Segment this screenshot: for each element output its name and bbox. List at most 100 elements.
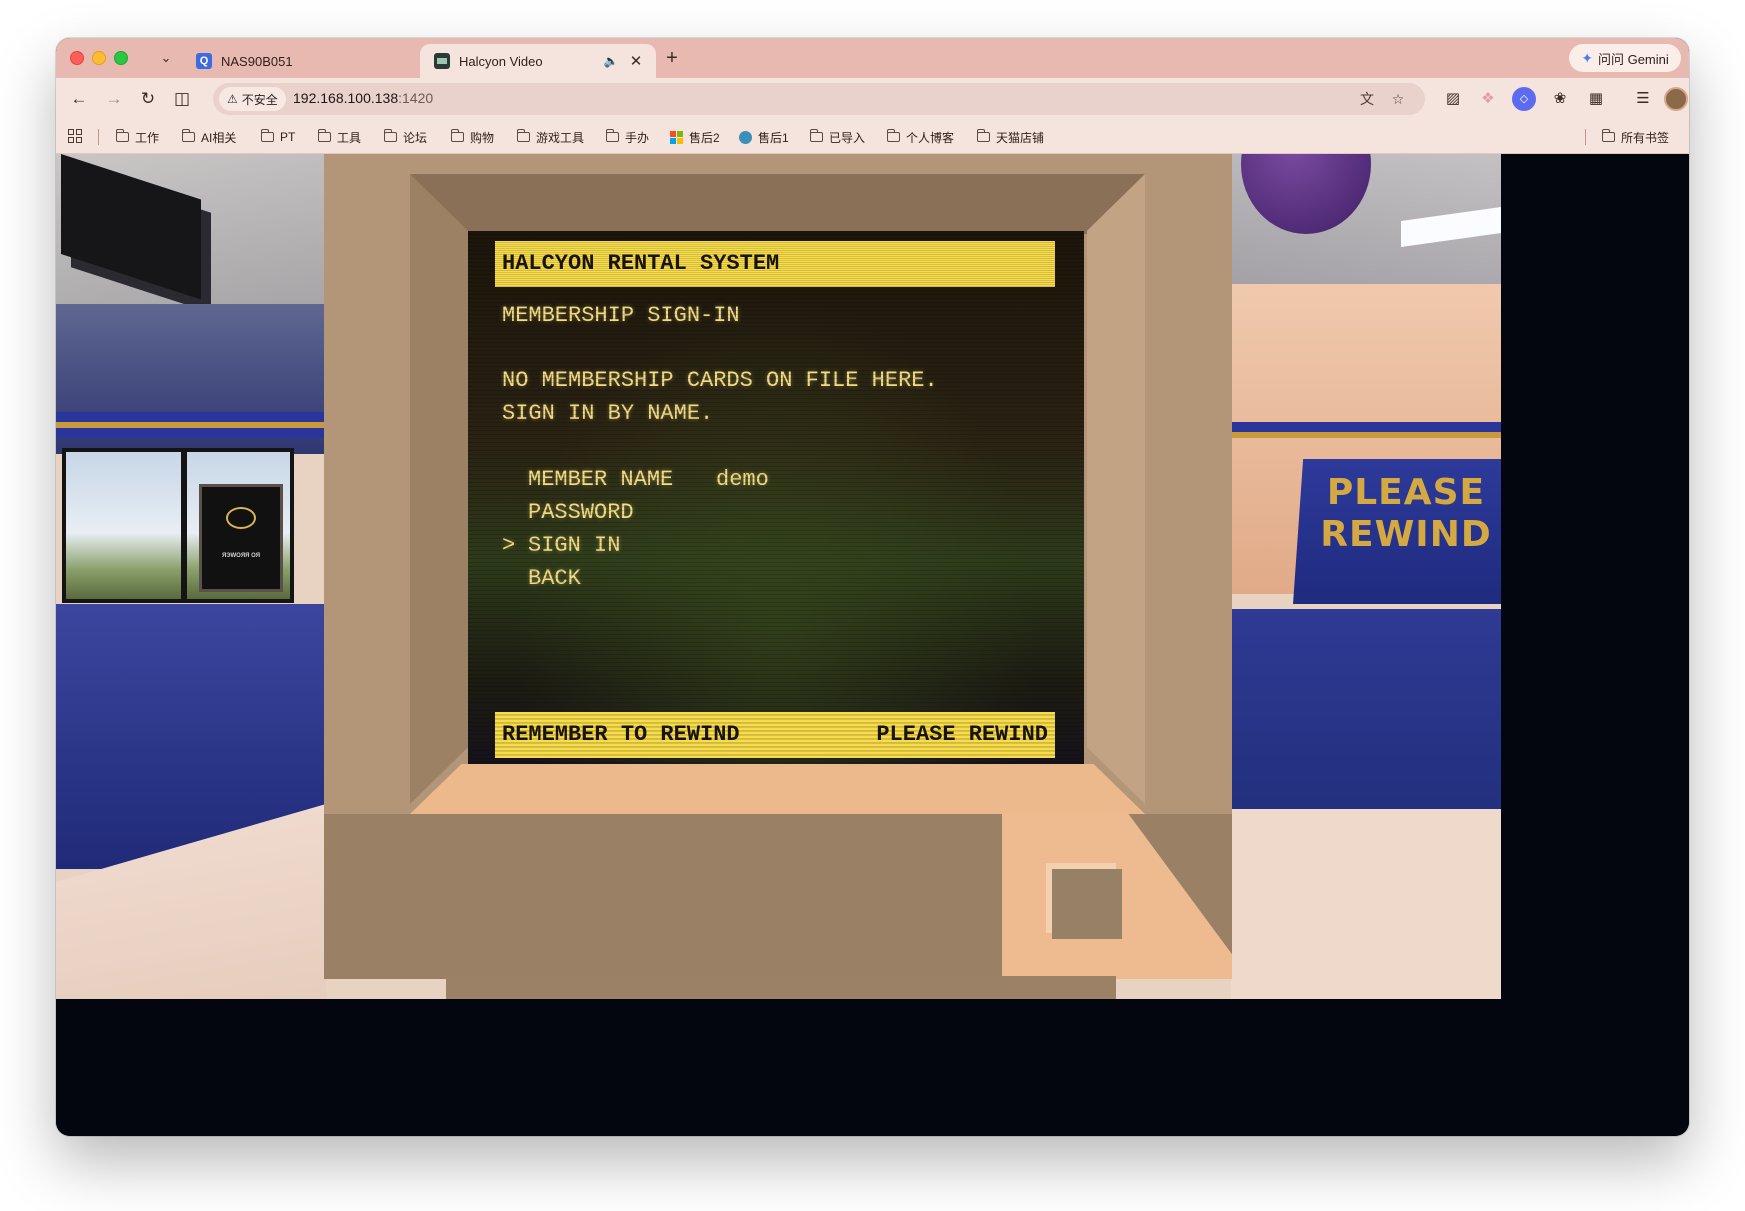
bookmark-item[interactable]: 天猫店铺 xyxy=(976,128,1045,146)
bookmark-label: AI相关 xyxy=(201,130,237,145)
bookmark-label: 购物 xyxy=(470,130,495,145)
bookmark-label: 已导入 xyxy=(829,130,866,145)
window-frame xyxy=(181,448,187,603)
bookmark-label: 手办 xyxy=(625,130,650,145)
bookmark-item[interactable]: 售后1 xyxy=(739,128,789,146)
url-host: 192.168.100.138 xyxy=(293,90,399,106)
wall-stripe xyxy=(56,412,326,422)
gemini-button[interactable]: ✦ 问问 Gemini xyxy=(1569,44,1681,72)
bookmark-label: 工作 xyxy=(135,130,160,145)
folder-icon xyxy=(809,129,823,142)
url-port: :1420 xyxy=(398,90,434,106)
globe-icon xyxy=(739,130,752,144)
security-label: 不安全 xyxy=(241,92,278,107)
bookmark-item[interactable]: 已导入 xyxy=(809,128,866,146)
poster-text: ЯЭWOЯЯ ОЯ xyxy=(221,553,261,559)
menu-item-member-name[interactable]: MEMBER NAME demo xyxy=(502,461,769,497)
folder-icon xyxy=(605,129,619,142)
folder-icon xyxy=(317,129,331,142)
new-tab-button[interactable]: + xyxy=(660,46,684,70)
menu-item-back[interactable]: BACK xyxy=(502,560,716,596)
folder-icon xyxy=(886,129,900,142)
menu-item-sign-in[interactable]: > SIGN IN xyxy=(502,527,716,563)
folder-icon xyxy=(516,129,530,142)
eye-icon xyxy=(226,507,256,529)
folder-icon xyxy=(1601,129,1615,142)
bookmark-item[interactable]: 购物 xyxy=(450,128,495,146)
extension-pink-icon[interactable]: ❖ xyxy=(1476,87,1500,111)
bookmark-label: 工具 xyxy=(337,130,362,145)
browser-window: ⌄ Q NAS90B051 ✕ Halcyon Video 🔈 ✕ + ✦ 问问… xyxy=(56,38,1689,1136)
bookmark-label: 天猫店铺 xyxy=(996,130,1045,145)
tab-close-icon[interactable]: ✕ xyxy=(626,52,646,70)
tab-title: NAS90B051 xyxy=(221,53,293,69)
translate-icon[interactable]: 文 xyxy=(1356,88,1378,110)
nas-favicon-icon: Q xyxy=(196,53,212,69)
bezel-right-bevel xyxy=(1087,174,1145,804)
password-label: PASSWORD xyxy=(528,499,634,525)
all-bookmarks-button[interactable]: 所有书签 xyxy=(1601,128,1670,146)
bookmark-item[interactable]: 论坛 xyxy=(383,128,427,146)
bookmark-item[interactable]: 工作 xyxy=(115,128,160,146)
bookmark-item[interactable]: 工具 xyxy=(317,128,362,146)
sign-text: PLEASE REWIND xyxy=(1320,472,1492,555)
extension-blue-icon[interactable]: ◇ xyxy=(1512,87,1536,111)
extensions-puzzle-icon[interactable]: ▦ xyxy=(1584,87,1608,111)
bookmark-item[interactable]: 个人博客 xyxy=(886,128,954,146)
window-maximize-button[interactable] xyxy=(114,51,128,65)
apps-grid-icon[interactable] xyxy=(68,129,82,143)
bezel-left-bevel xyxy=(410,174,468,804)
monitor-stand xyxy=(446,976,1116,999)
window-minimize-button[interactable] xyxy=(92,51,106,65)
speaker-icon[interactable]: 🔈 xyxy=(602,54,620,68)
bookmark-item[interactable]: 游戏工具 xyxy=(516,128,584,146)
bookmark-star-icon[interactable]: ☆ xyxy=(1387,88,1409,110)
bookmark-item[interactable]: 售后2 xyxy=(670,128,720,146)
url-text[interactable]: 192.168.100.138:1420 xyxy=(293,90,433,106)
folder-icon xyxy=(383,129,397,142)
footer-bar: REMEMBER TO REWIND PLEASE REWIND xyxy=(495,712,1055,758)
bookmark-separator xyxy=(1585,129,1586,145)
bookmarks-bar: 工作 AI相关 PT 工具 论坛 购物 游戏工具 手办 售后2 售后1 已导入 … xyxy=(56,120,1689,154)
wall-stripe xyxy=(56,428,326,438)
footer-left: REMEMBER TO REWIND xyxy=(502,722,740,747)
forward-arrow-icon[interactable]: → xyxy=(101,86,127,112)
video-favicon-icon xyxy=(434,53,450,69)
system-header: HALCYON RENTAL SYSTEM xyxy=(495,241,1055,287)
bookmark-separator xyxy=(98,129,99,145)
side-panel-icon[interactable]: ◫ xyxy=(169,86,195,112)
profile-avatar[interactable] xyxy=(1664,87,1688,111)
reload-icon[interactable]: ↻ xyxy=(135,86,161,112)
tab-halcyon-video[interactable]: Halcyon Video 🔈 ✕ xyxy=(420,44,656,78)
window-close-button[interactable] xyxy=(70,51,84,65)
member-name-label: MEMBER NAME xyxy=(528,466,674,492)
back-arrow-icon[interactable]: ← xyxy=(66,86,92,112)
bookmark-item[interactable]: PT xyxy=(260,128,295,146)
address-bar[interactable]: ⚠ 不安全 192.168.100.138:1420 文 ☆ xyxy=(213,83,1425,115)
bookmark-label: 售后1 xyxy=(758,130,789,145)
tab-search-chevron-icon[interactable]: ⌄ xyxy=(154,46,178,70)
message-line-1: NO MEMBERSHIP CARDS ON FILE HERE. xyxy=(502,368,938,393)
all-bookmarks-label: 所有书签 xyxy=(1621,130,1670,145)
bezel-top-bevel xyxy=(410,174,1145,234)
gemini-sparkle-icon: ✦ xyxy=(1581,49,1593,66)
menu-item-password[interactable]: PASSWORD xyxy=(502,494,716,530)
security-chip[interactable]: ⚠ 不安全 xyxy=(219,87,286,111)
section-title: MEMBERSHIP SIGN-IN xyxy=(502,303,740,328)
extension-openai-icon[interactable]: ❀ xyxy=(1548,87,1572,111)
message-line-2: SIGN IN BY NAME. xyxy=(502,401,714,426)
game-canvas[interactable]: ЯЭWOЯЯ ОЯ PLEASE REWIND HALCYON RENTAL S… xyxy=(56,154,1501,999)
bookmark-item[interactable]: AI相关 xyxy=(181,128,237,146)
extension-capture-icon[interactable]: ▨ xyxy=(1441,87,1465,111)
folder-icon xyxy=(181,129,195,142)
reading-list-icon[interactable]: ☰ xyxy=(1631,87,1655,111)
browser-toolbar: ← → ↻ ◫ ⚠ 不安全 192.168.100.138:1420 文 ☆ ▨… xyxy=(56,78,1689,120)
crt-screen: HALCYON RENTAL SYSTEM MEMBERSHIP SIGN-IN… xyxy=(468,231,1084,764)
bookmark-item[interactable]: 手办 xyxy=(605,128,650,146)
floor-right xyxy=(1231,809,1501,999)
microsoft-icon xyxy=(670,130,683,144)
page-viewport: ЯЭWOЯЯ ОЯ PLEASE REWIND HALCYON RENTAL S… xyxy=(56,154,1689,1136)
gemini-label: 问问 Gemini xyxy=(1597,51,1669,67)
member-name-value[interactable]: demo xyxy=(716,467,769,492)
wall-stripe xyxy=(1231,422,1501,432)
